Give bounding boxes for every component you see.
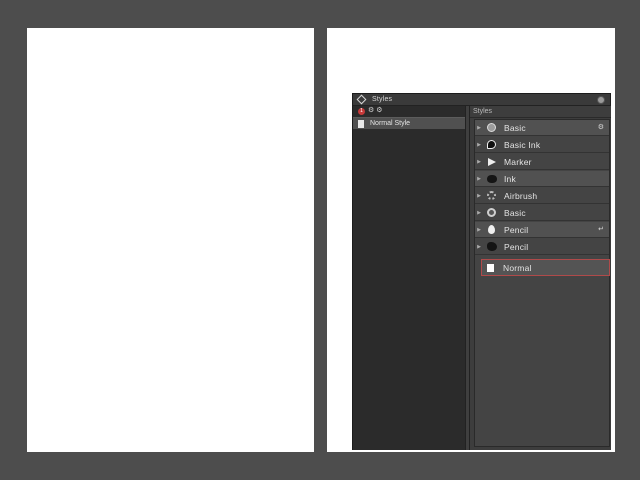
style-categories-pane: 1 ⚙ ⚙ Normal Style bbox=[353, 106, 465, 450]
style-row-basic-ink[interactable]: ▶ Basic Ink bbox=[475, 137, 609, 153]
paper-icon bbox=[485, 262, 496, 273]
left-page-canvas bbox=[27, 28, 314, 452]
style-label: Basic bbox=[504, 122, 526, 133]
expand-triangle-icon[interactable]: ▶ bbox=[475, 210, 483, 216]
panel-titlebar[interactable]: Styles bbox=[353, 94, 610, 106]
settings-icon[interactable]: ⚙ bbox=[598, 123, 604, 131]
style-label: Pencil bbox=[504, 241, 529, 252]
expand-triangle-icon[interactable]: ▶ bbox=[475, 142, 483, 148]
expand-triangle-icon[interactable]: ▶ bbox=[475, 227, 483, 233]
ink-blob-icon bbox=[486, 139, 497, 150]
notification-badge: 1 bbox=[358, 107, 365, 115]
ink-icon bbox=[486, 173, 497, 184]
style-label: Pencil bbox=[504, 224, 529, 235]
category-label: Normal Style bbox=[370, 120, 411, 127]
panel-menu-icon[interactable] bbox=[356, 94, 367, 105]
style-row-basic-2[interactable]: ▶ Basic bbox=[475, 205, 609, 221]
circle-icon bbox=[486, 122, 497, 133]
style-label: Basic bbox=[504, 207, 526, 218]
styles-panel: Styles 1 ⚙ ⚙ Normal Style Styles ▶ Basic… bbox=[352, 93, 611, 450]
airbrush-icon bbox=[486, 190, 497, 201]
pencil-dark-icon bbox=[486, 241, 497, 252]
style-label: Marker bbox=[504, 156, 532, 167]
marker-icon bbox=[486, 156, 497, 167]
expand-triangle-icon[interactable]: ▶ bbox=[475, 159, 483, 165]
ring-icon bbox=[486, 207, 497, 218]
panel-title: Styles bbox=[372, 96, 393, 103]
pencil-icon bbox=[486, 224, 497, 235]
style-row-basic[interactable]: ▶ Basic ⚙ bbox=[475, 120, 609, 136]
return-icon[interactable]: ↵ bbox=[598, 225, 604, 233]
style-row-marker[interactable]: ▶ Marker bbox=[475, 154, 609, 170]
categories-toolbar: 1 ⚙ ⚙ bbox=[353, 106, 465, 116]
style-row-airbrush[interactable]: ▶ Airbrush bbox=[475, 188, 609, 204]
expand-triangle-icon[interactable]: ▶ bbox=[475, 244, 483, 250]
panel-close-icon[interactable] bbox=[597, 96, 605, 104]
style-row-ink[interactable]: ▶ Ink bbox=[475, 171, 609, 187]
tool-buttons[interactable]: ⚙ ⚙ bbox=[368, 107, 383, 115]
style-row-pencil-2[interactable]: ▶ Pencil bbox=[475, 239, 609, 255]
style-row-normal-selected[interactable]: Normal bbox=[481, 259, 610, 276]
expand-triangle-icon[interactable]: ▶ bbox=[475, 125, 483, 131]
styles-list-pane: Styles ▶ Basic ⚙ ▶ Basic Ink ▶ Marker ▶ bbox=[470, 106, 611, 450]
styles-list-header: Styles bbox=[470, 106, 611, 118]
style-label: Airbrush bbox=[504, 190, 538, 201]
style-label: Ink bbox=[504, 173, 516, 184]
style-label: Normal bbox=[503, 262, 532, 273]
style-row-pencil[interactable]: ▶ Pencil ↵ bbox=[475, 222, 609, 238]
category-item[interactable]: Normal Style bbox=[353, 117, 465, 129]
style-label: Basic Ink bbox=[504, 139, 541, 150]
styles-list: ▶ Basic ⚙ ▶ Basic Ink ▶ Marker ▶ Ink ▶ A… bbox=[474, 119, 610, 447]
expand-triangle-icon[interactable]: ▶ bbox=[475, 193, 483, 199]
expand-triangle-icon[interactable]: ▶ bbox=[475, 176, 483, 182]
document-icon bbox=[358, 119, 364, 128]
